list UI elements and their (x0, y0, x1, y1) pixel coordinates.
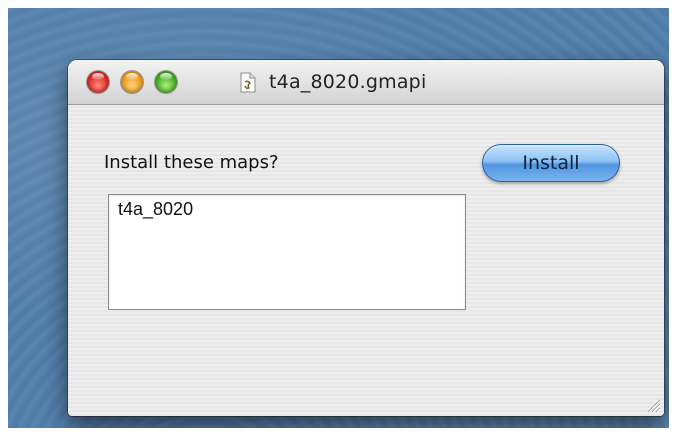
close-window-button[interactable] (87, 71, 109, 93)
resize-grip-icon[interactable] (645, 397, 661, 413)
window-title-group: t4a_8020.gmapi (240, 69, 426, 95)
zoom-window-button[interactable] (155, 71, 177, 93)
title-bar[interactable]: t4a_8020.gmapi (68, 60, 664, 105)
minimize-window-button[interactable] (121, 71, 143, 93)
document-icon[interactable] (240, 72, 256, 93)
list-item[interactable]: t4a_8020 (118, 199, 193, 220)
install-button-label: Install (522, 152, 580, 174)
install-prompt-label: Install these maps? (104, 152, 279, 173)
desktop-background: t4a_8020.gmapi Install these maps? Insta… (8, 8, 669, 428)
maps-list[interactable]: t4a_8020 (108, 194, 466, 310)
dialog-window: t4a_8020.gmapi Install these maps? Insta… (68, 60, 664, 416)
install-button[interactable]: Install (482, 144, 620, 182)
window-title: t4a_8020.gmapi (269, 71, 427, 93)
